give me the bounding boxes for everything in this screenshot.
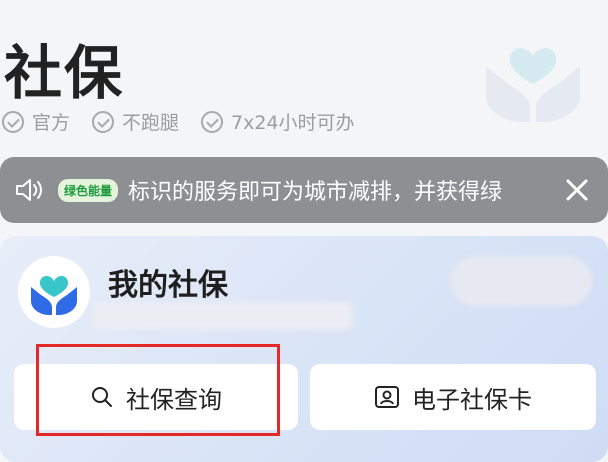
tag-label: 不跑腿 — [122, 112, 180, 134]
tag-no-errand: 不跑腿 — [92, 108, 179, 135]
social-security-query-button[interactable]: 社保查询 — [14, 364, 298, 430]
green-energy-badge: 绿色能量 — [58, 178, 119, 202]
tag-label: 7x24小时可办 — [231, 112, 355, 134]
close-icon[interactable] — [562, 175, 592, 205]
tag-label: 官方 — [32, 112, 71, 134]
masked-pill — [450, 256, 592, 306]
social-security-page: 社保 官方 不跑腿 7x24小时可办 绿色能量 标识的服务即可为城市减排，并获得… — [0, 0, 608, 462]
check-circle-icon — [2, 110, 24, 133]
service-tags: 官方 不跑腿 7x24小时可办 — [2, 108, 355, 135]
query-label: 社保查询 — [126, 385, 222, 414]
check-circle-icon — [201, 110, 224, 133]
hands-heart-icon — [31, 275, 77, 315]
search-icon — [92, 387, 112, 407]
ecard-label: 电子社保卡 — [412, 385, 532, 414]
avatar — [18, 256, 90, 328]
my-social-security-card: 我的社保 社保查询 电子社保卡 — [0, 236, 608, 462]
notice-text: 标识的服务即可为城市减排，并获得绿 — [128, 180, 503, 205]
check-circle-icon — [92, 110, 115, 133]
hands-heart-icon — [486, 48, 580, 122]
id-card-icon — [375, 386, 399, 408]
e-social-security-card-button[interactable]: 电子社保卡 — [310, 364, 596, 430]
page-title: 社保 — [4, 39, 125, 107]
speaker-icon — [16, 179, 42, 201]
notice-banner[interactable]: 绿色能量 标识的服务即可为城市减排，并获得绿 — [0, 157, 608, 223]
card-title: 我的社保 — [108, 268, 228, 303]
tag-official: 官方 — [2, 108, 70, 135]
tag-24-7: 7x24小时可办 — [201, 108, 355, 135]
masked-info — [94, 302, 352, 330]
